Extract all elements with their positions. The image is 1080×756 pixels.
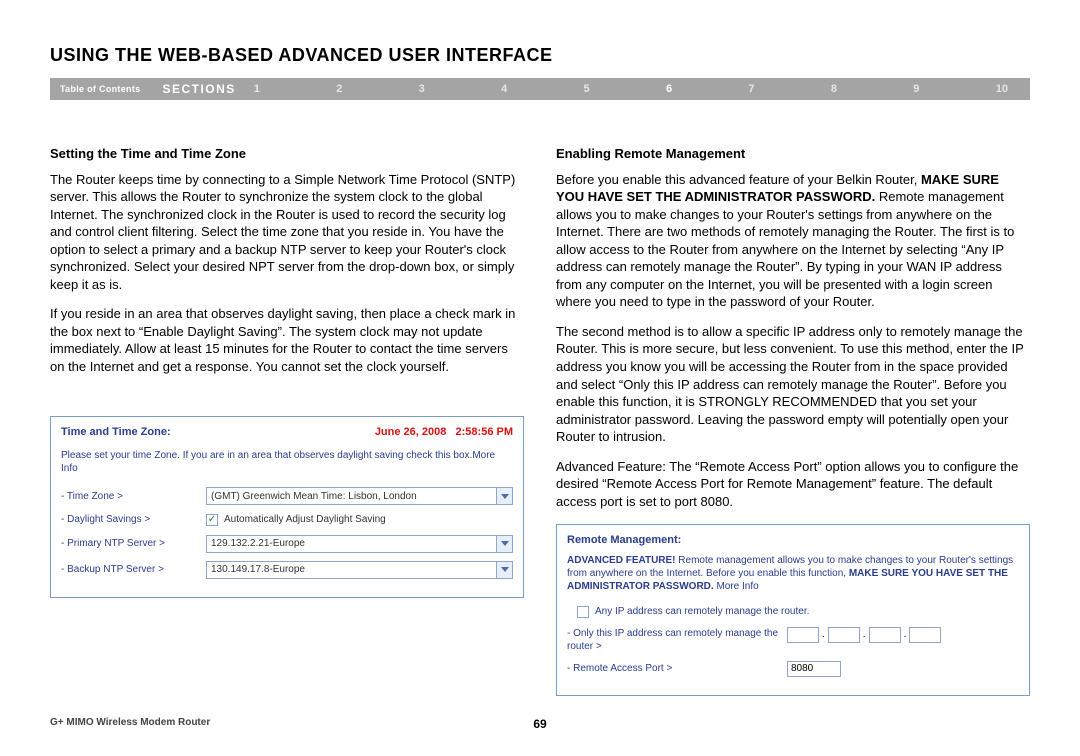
left-heading: Setting the Time and Time Zone [50, 145, 524, 163]
panel-title-time: Time and Time Zone: [61, 425, 171, 440]
panel-desc-time: Please set your time Zone. If you are in… [61, 449, 513, 475]
content-columns: Setting the Time and Time Zone The Route… [0, 100, 1080, 696]
port-label: - Remote Access Port > [567, 662, 787, 676]
left-paragraph-1: The Router keeps time by connecting to a… [50, 171, 524, 294]
daylight-checkbox[interactable]: ✓ [206, 514, 218, 526]
panel-datetime: June 26, 2008 2:58:56 PM [375, 425, 513, 440]
chevron-down-icon [496, 488, 512, 504]
panel-title-remote: Remote Management: [567, 533, 1019, 548]
section-link-6[interactable]: 6 [666, 83, 672, 95]
panel-desc-remote: ADVANCED FEATURE! Remote management allo… [567, 554, 1019, 593]
section-link-10[interactable]: 10 [996, 83, 1008, 95]
right-paragraph-3: Advanced Feature: The “Remote Access Por… [556, 458, 1030, 511]
section-link-2[interactable]: 2 [336, 83, 342, 95]
page-footer: G+ MIMO Wireless Modem Router 69 [50, 717, 1030, 728]
sections-label: SECTIONS [162, 82, 235, 96]
section-link-5[interactable]: 5 [584, 83, 590, 95]
daylight-label: - Daylight Savings > [61, 513, 206, 527]
daylight-text: Automatically Adjust Daylight Saving [224, 513, 386, 527]
anyip-text: Any IP address can remotely manage the r… [595, 605, 809, 619]
onlyip-label: - Only this IP address can remotely mana… [567, 627, 787, 653]
ip-octet-3[interactable] [869, 627, 901, 643]
footer-pagenum: 69 [533, 717, 546, 731]
ip-octet-2[interactable] [828, 627, 860, 643]
anyip-checkbox[interactable] [577, 606, 589, 618]
section-link-1[interactable]: 1 [254, 83, 260, 95]
backup-ntp-select[interactable]: 130.149.17.8-Europe [206, 561, 513, 579]
timezone-value: (GMT) Greenwich Mean Time: Lisbon, Londo… [211, 490, 417, 504]
backup-ntp-label: - Backup NTP Server > [61, 563, 206, 577]
toc-link[interactable]: Table of Contents [60, 84, 140, 94]
section-nav-bar: Table of Contents SECTIONS 1 2 3 4 5 6 7… [50, 78, 1030, 100]
timezone-select[interactable]: (GMT) Greenwich Mean Time: Lisbon, Londo… [206, 487, 513, 505]
chevron-down-icon [496, 536, 512, 552]
left-paragraph-2: If you reside in an area that observes d… [50, 305, 524, 375]
section-numbers: 1 2 3 4 5 6 7 8 9 10 [254, 83, 1018, 95]
ip-octet-1[interactable] [787, 627, 819, 643]
right-heading: Enabling Remote Management [556, 145, 1030, 163]
ip-octet-4[interactable] [909, 627, 941, 643]
port-input[interactable]: 8080 [787, 661, 841, 677]
left-column: Setting the Time and Time Zone The Route… [50, 145, 524, 696]
remote-management-panel: Remote Management: ADVANCED FEATURE! Rem… [556, 524, 1030, 695]
right-paragraph-2: The second method is to allow a specific… [556, 323, 1030, 446]
section-link-3[interactable]: 3 [419, 83, 425, 95]
primary-ntp-value: 129.132.2.21-Europe [211, 537, 305, 551]
primary-ntp-select[interactable]: 129.132.2.21-Europe [206, 535, 513, 553]
section-link-9[interactable]: 9 [913, 83, 919, 95]
right-paragraph-1: Before you enable this advanced feature … [556, 171, 1030, 311]
timezone-label: - Time Zone > [61, 490, 206, 504]
right-column: Enabling Remote Management Before you en… [556, 145, 1030, 696]
section-link-4[interactable]: 4 [501, 83, 507, 95]
primary-ntp-label: - Primary NTP Server > [61, 537, 206, 551]
section-link-8[interactable]: 8 [831, 83, 837, 95]
section-link-7[interactable]: 7 [748, 83, 754, 95]
backup-ntp-value: 130.149.17.8-Europe [211, 563, 305, 577]
page-title: USING THE WEB-BASED ADVANCED USER INTERF… [0, 0, 1080, 78]
time-zone-panel: Time and Time Zone: June 26, 2008 2:58:5… [50, 416, 524, 598]
ip-address-inputs: . . . [787, 627, 941, 643]
chevron-down-icon [496, 562, 512, 578]
footer-model: G+ MIMO Wireless Modem Router [50, 717, 210, 728]
